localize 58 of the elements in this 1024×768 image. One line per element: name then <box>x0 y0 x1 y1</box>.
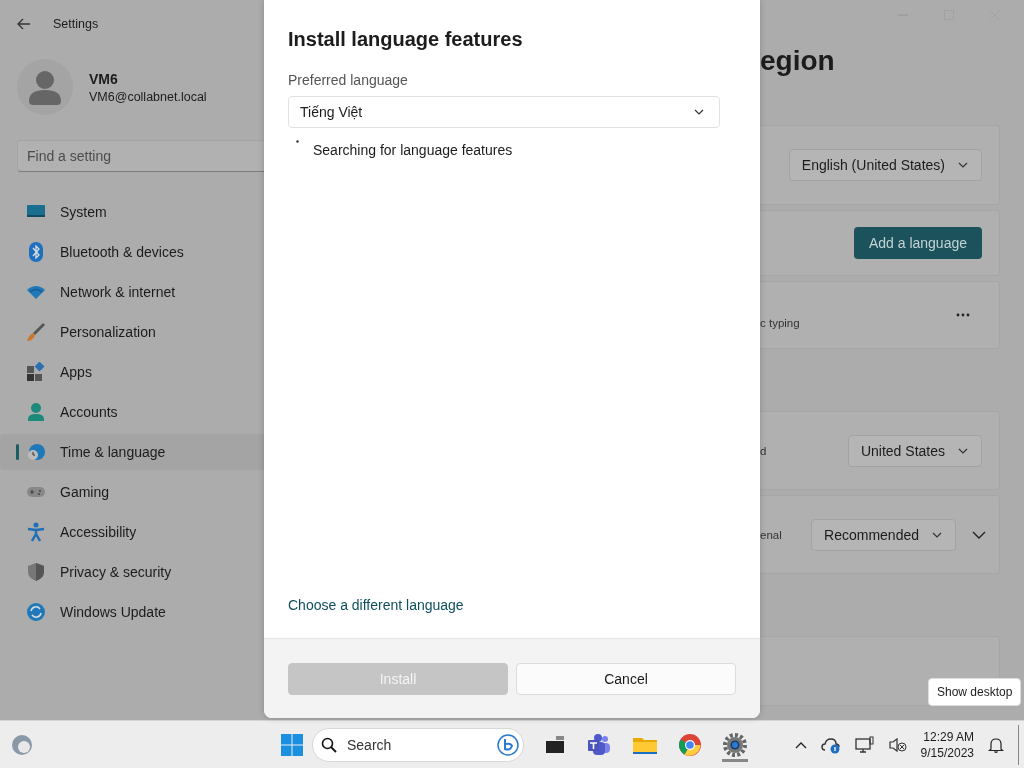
paintbrush-icon <box>26 322 46 342</box>
field-label: Preferred language <box>288 72 408 88</box>
network-monitor-icon[interactable] <box>854 735 875 754</box>
nav-item[interactable]: Accessibility <box>0 514 264 550</box>
setting-label: enal <box>760 528 783 541</box>
chevron-down-icon <box>693 107 705 117</box>
nav-item[interactable]: Personalization <box>0 314 264 350</box>
nav-item[interactable]: System <box>0 194 264 230</box>
bluetooth-icon <box>26 242 46 262</box>
dropdown[interactable]: Recommended <box>811 518 956 551</box>
user-name: VM6 <box>89 70 119 87</box>
nav-item[interactable]: Privacy & security <box>0 554 264 590</box>
search-icon <box>321 736 337 753</box>
language-dropdown[interactable]: Tiếng Việt <box>288 96 720 128</box>
chevron-up-icon[interactable] <box>794 740 807 749</box>
choose-language-link[interactable]: Choose a different language <box>288 597 464 613</box>
settings-search-field[interactable]: Find a setting <box>17 140 264 172</box>
nav-item[interactable]: Accounts <box>0 394 264 430</box>
nav-item[interactable]: Network & internet <box>0 274 264 310</box>
window-title: Settings <box>53 17 99 31</box>
chevron-down-icon <box>957 160 969 170</box>
search-bar[interactable]: Search <box>312 727 524 762</box>
back-arrow-icon[interactable] <box>17 18 31 30</box>
chrome-icon[interactable] <box>678 732 702 757</box>
page-heading: egion <box>760 44 836 78</box>
taskbar-search-input[interactable]: Search <box>345 735 489 754</box>
more-options-icon[interactable] <box>956 313 970 317</box>
speaker-muted-icon[interactable] <box>888 736 907 753</box>
expand-chevron-icon[interactable] <box>972 529 986 540</box>
person-icon <box>26 402 46 422</box>
clock[interactable]: 12:29 AM 9/15/2023 <box>920 728 974 761</box>
accessibility-icon <box>26 522 46 542</box>
status-text: Searching for language features <box>313 142 513 158</box>
nav-item[interactable]: Apps <box>0 354 264 390</box>
nav-item[interactable]: Bluetooth & devices <box>0 234 264 270</box>
dialog-title: Install language features <box>288 28 524 51</box>
setting-label: c typing <box>760 317 801 329</box>
setting-label: d <box>760 444 768 457</box>
nav-item[interactable]: Time & language <box>0 434 264 470</box>
apps-icon <box>26 362 46 382</box>
globe-clock-icon <box>26 442 46 462</box>
dropdown[interactable]: English (United States) <box>788 149 982 181</box>
update-icon <box>26 602 46 622</box>
teams-icon[interactable] <box>586 732 612 757</box>
bell-icon[interactable] <box>988 736 1004 753</box>
tooltip: Show desktop <box>928 678 1022 706</box>
dropdown[interactable]: United States <box>847 434 982 467</box>
nav-item[interactable]: Gaming <box>0 474 264 510</box>
start-icon[interactable] <box>280 732 304 757</box>
gear-icon[interactable] <box>722 731 748 758</box>
add-language-button[interactable]: Add a language <box>853 227 982 259</box>
dialog-button[interactable]: Cancel <box>516 662 736 695</box>
shield-icon <box>26 562 46 582</box>
cloud-info-icon[interactable] <box>820 735 841 754</box>
terminal-window-icon[interactable] <box>544 733 566 756</box>
user-email: VM6@collabnet.local <box>89 89 207 104</box>
spinner-icon <box>296 140 299 143</box>
nav-item[interactable]: Windows Update <box>0 594 264 630</box>
